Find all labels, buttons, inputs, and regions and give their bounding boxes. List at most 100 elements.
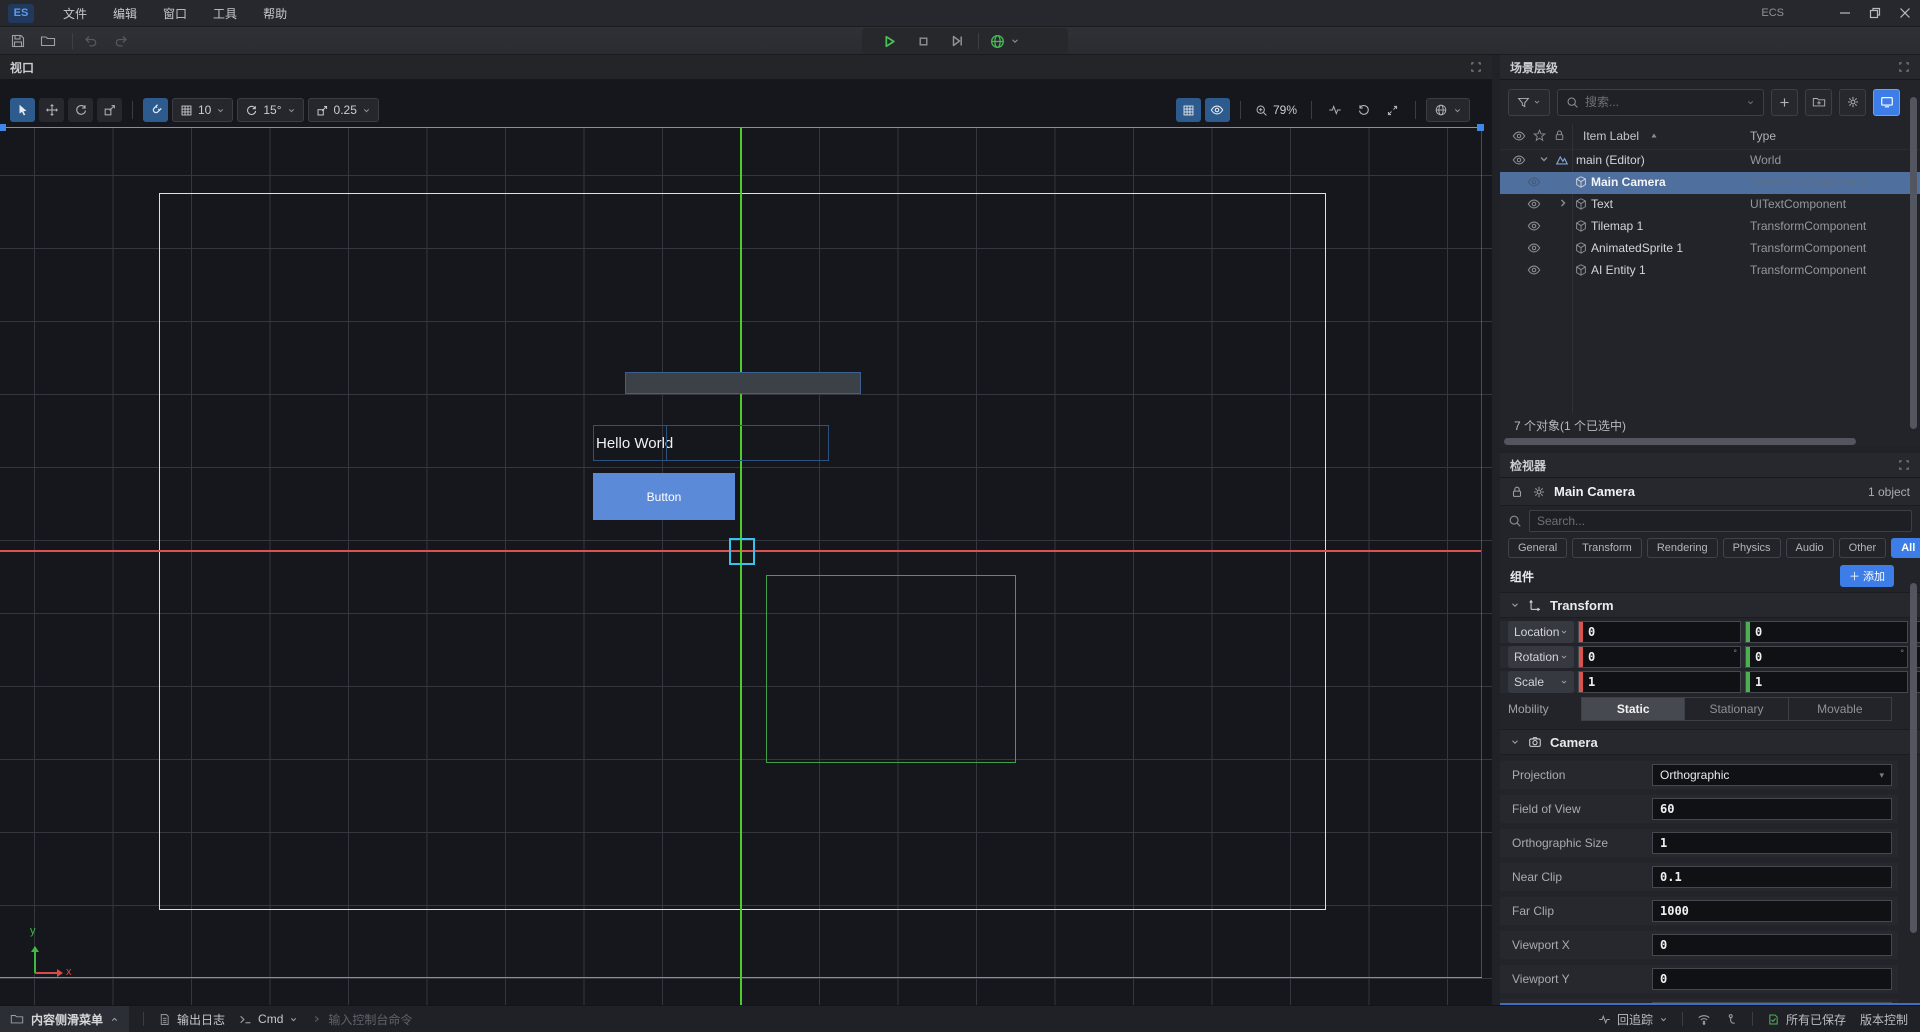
runtime-view-button[interactable]	[1873, 89, 1900, 116]
lock-icon[interactable]	[1510, 485, 1524, 499]
type-column[interactable]: Type	[1750, 129, 1776, 143]
rotation-y-field[interactable]: °	[1745, 646, 1908, 668]
projection-dropdown[interactable]: Orthographic ▾	[1652, 764, 1892, 786]
menu-edit[interactable]: 编辑	[100, 0, 150, 26]
hierarchy-row-main[interactable]: main (Editor) World	[1500, 150, 1920, 172]
rotation-x-field[interactable]: °	[1578, 646, 1741, 668]
expand-chevron-icon[interactable]	[1557, 197, 1569, 209]
viewport-x-field[interactable]	[1652, 934, 1892, 956]
hierarchy-row-animatedsprite[interactable]: AnimatedSprite 1 TransformComponent	[1500, 238, 1920, 260]
text-widget[interactable]: Hello World	[593, 425, 829, 461]
bounds-handle-right[interactable]	[1477, 124, 1484, 131]
add-folder-button[interactable]	[1805, 89, 1832, 116]
location-dropdown[interactable]: Location	[1508, 621, 1574, 643]
redo-icon[interactable]	[113, 33, 129, 49]
hierarchy-vertical-scrollbar[interactable]	[1910, 97, 1917, 429]
viewport-y-field[interactable]	[1652, 968, 1892, 990]
visibility-eye-icon[interactable]	[1527, 175, 1541, 189]
network-mode-dropdown[interactable]	[983, 33, 1026, 50]
slider-widget[interactable]	[625, 372, 861, 394]
inspector-vertical-scrollbar[interactable]	[1910, 583, 1917, 933]
mobility-movable-option[interactable]: Movable	[1789, 698, 1891, 720]
network-status[interactable]	[1697, 1012, 1711, 1026]
fullscreen-button[interactable]	[1380, 98, 1405, 122]
camera-section-header[interactable]: Camera	[1500, 729, 1920, 755]
gear-icon[interactable]	[1532, 485, 1546, 499]
rotation-dropdown[interactable]: Rotation	[1508, 646, 1574, 668]
visibility-eye-icon[interactable]	[1527, 241, 1541, 255]
stats-button[interactable]	[1322, 98, 1347, 122]
scale-dropdown[interactable]: Scale	[1508, 671, 1574, 693]
hierarchy-row-main-camera[interactable]: Main Camera TransformComponent	[1500, 172, 1920, 194]
tab-physics[interactable]: Physics	[1723, 538, 1781, 558]
hierarchy-settings-button[interactable]	[1839, 89, 1866, 116]
orthographic-size-field[interactable]	[1652, 832, 1892, 854]
inspector-search-input[interactable]	[1537, 514, 1904, 528]
menu-tools[interactable]: 工具	[200, 0, 250, 26]
trace-dropdown[interactable]: 回追踪	[1598, 1011, 1668, 1028]
hierarchy-row-ai-entity[interactable]: AI Entity 1 TransformComponent	[1500, 260, 1920, 282]
stop-button[interactable]	[906, 29, 940, 53]
far-clip-field[interactable]	[1652, 900, 1892, 922]
bounds-handle-left[interactable]	[0, 124, 6, 131]
snap-toggle-button[interactable]	[143, 98, 168, 122]
grid-snap-dropdown[interactable]: 10	[172, 98, 233, 122]
collapse-chevron-icon[interactable]	[1538, 153, 1550, 165]
menu-help[interactable]: 帮助	[250, 0, 300, 26]
show-grid-toggle[interactable]	[1176, 98, 1201, 122]
visibility-eye-icon[interactable]	[1512, 153, 1526, 167]
hierarchy-search-input[interactable]	[1585, 95, 1740, 109]
expand-panel-icon[interactable]	[1898, 459, 1910, 471]
hierarchy-search[interactable]	[1557, 89, 1764, 116]
tab-rendering[interactable]: Rendering	[1647, 538, 1718, 558]
expand-panel-icon[interactable]	[1470, 61, 1482, 73]
reset-view-button[interactable]	[1351, 98, 1376, 122]
menu-file[interactable]: 文件	[50, 0, 100, 26]
open-folder-icon[interactable]	[40, 33, 56, 49]
selection-gizmo[interactable]	[729, 538, 755, 565]
scale-x-field[interactable]	[1578, 671, 1741, 693]
close-button[interactable]	[1890, 0, 1920, 27]
location-y-field[interactable]	[1745, 621, 1908, 643]
tab-general[interactable]: General	[1508, 538, 1567, 558]
mobility-static-option[interactable]: Static	[1582, 698, 1685, 720]
scene-canvas[interactable]: Hello World Button y x	[0, 80, 1492, 1005]
app-logo[interactable]: ES	[8, 4, 34, 23]
rotate-snap-dropdown[interactable]: 15°	[237, 98, 303, 122]
add-component-button[interactable]: ＋ 添加	[1840, 565, 1894, 587]
select-tool-button[interactable]	[10, 98, 35, 122]
visibility-eye-icon[interactable]	[1527, 219, 1541, 233]
scale-tool-button[interactable]	[97, 98, 122, 122]
visibility-toggle[interactable]	[1205, 98, 1230, 122]
item-label-column[interactable]: Item Label	[1583, 129, 1639, 143]
save-icon[interactable]	[10, 33, 26, 49]
tab-audio[interactable]: Audio	[1786, 538, 1834, 558]
hierarchy-row-tilemap[interactable]: Tilemap 1 TransformComponent	[1500, 216, 1920, 238]
console-command-input[interactable]: 输入控制台命令	[312, 1011, 412, 1028]
mobility-stationary-option[interactable]: Stationary	[1685, 698, 1788, 720]
move-tool-button[interactable]	[39, 98, 64, 122]
add-entity-button[interactable]	[1771, 89, 1798, 116]
zoom-level-control[interactable]: 79%	[1251, 103, 1301, 117]
near-clip-field[interactable]	[1652, 866, 1892, 888]
minimize-button[interactable]	[1830, 0, 1860, 27]
menu-window[interactable]: 窗口	[150, 0, 200, 26]
view-mode-dropdown[interactable]	[1426, 98, 1470, 122]
output-log-button[interactable]: 输出日志	[158, 1011, 225, 1028]
transform-section-header[interactable]: Transform	[1500, 592, 1920, 618]
scale-snap-dropdown[interactable]: 0.25	[308, 98, 379, 122]
location-x-field[interactable]	[1578, 621, 1741, 643]
save-status[interactable]: 所有已保存	[1767, 1011, 1846, 1028]
expand-panel-icon[interactable]	[1898, 61, 1910, 73]
hierarchy-column-header[interactable]: Item Label Type	[1500, 124, 1920, 150]
step-button[interactable]	[940, 29, 974, 53]
tab-all[interactable]: All	[1891, 538, 1920, 558]
cmd-dropdown[interactable]: Cmd	[239, 1012, 298, 1026]
field-of-view-field[interactable]	[1652, 798, 1892, 820]
canvas-button-widget[interactable]: Button	[593, 473, 735, 520]
content-drawer-button[interactable]: 内容侧滑菜单	[0, 1006, 129, 1032]
connector-status[interactable]	[1725, 1013, 1738, 1026]
play-button[interactable]	[872, 29, 906, 53]
visibility-eye-icon[interactable]	[1527, 263, 1541, 277]
version-control-button[interactable]: 版本控制	[1860, 1011, 1908, 1028]
